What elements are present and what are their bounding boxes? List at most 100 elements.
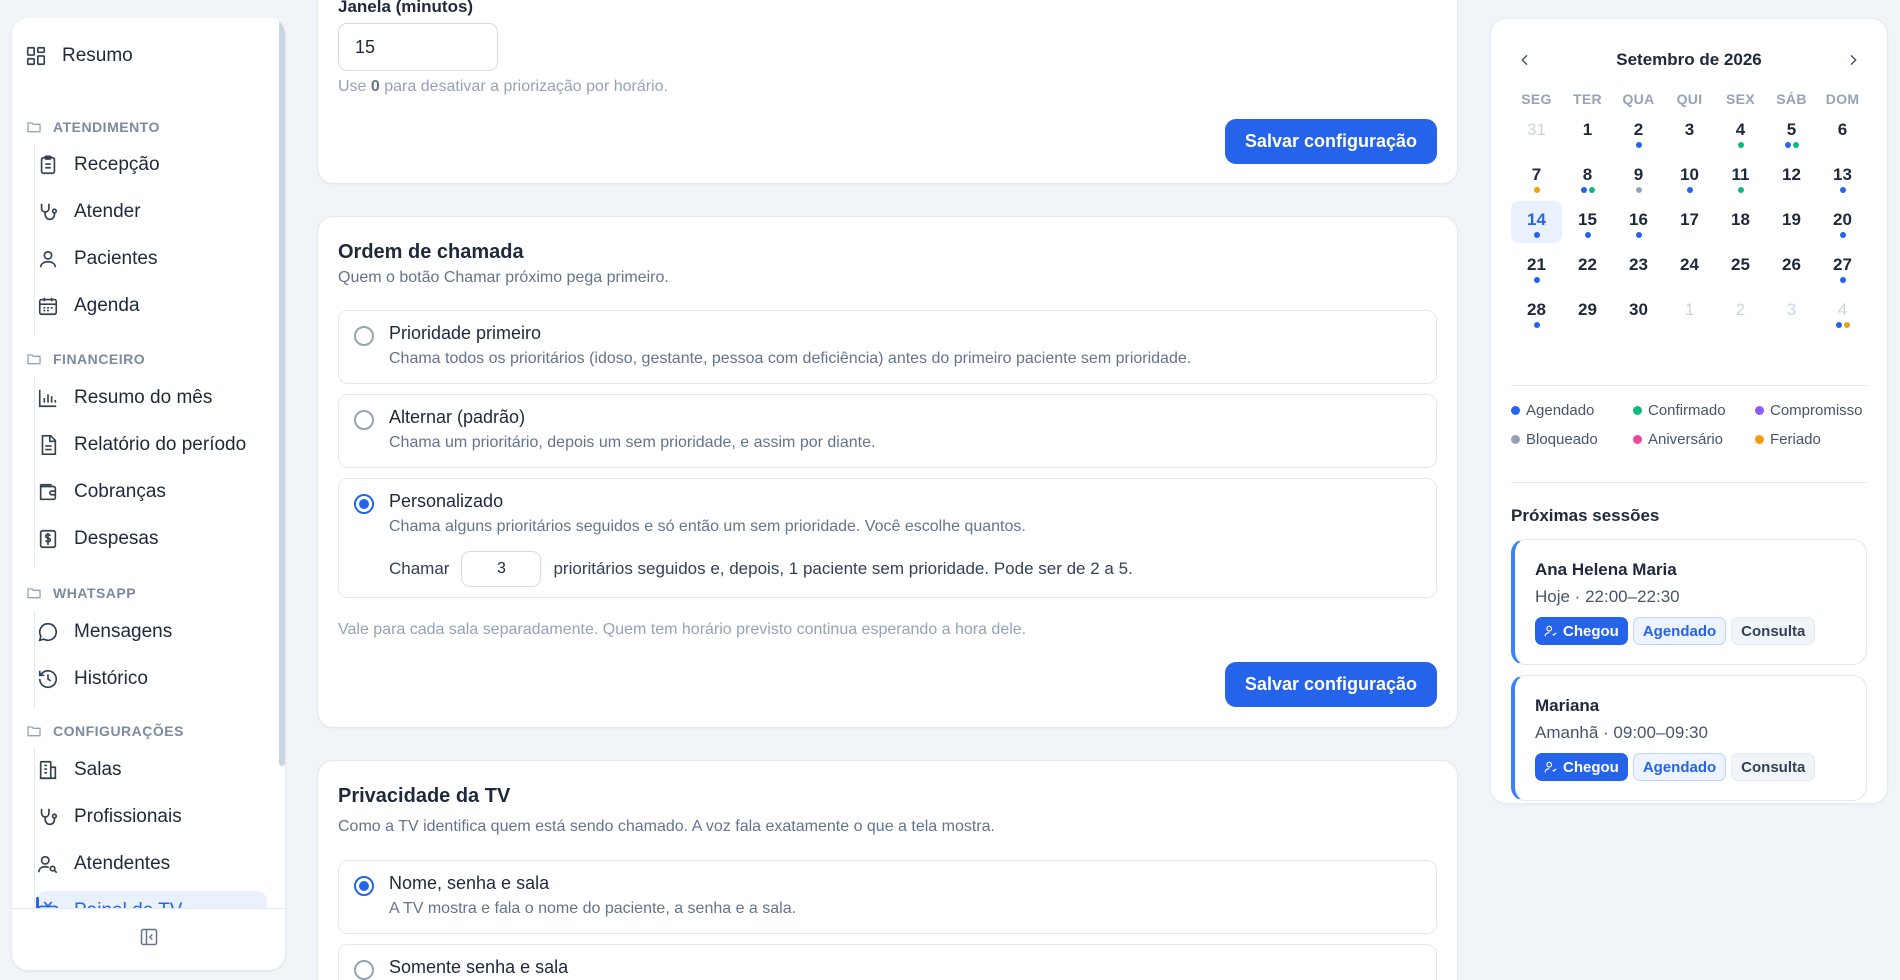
calendar-day[interactable]: 29 — [1562, 291, 1613, 333]
sidebar-item-historico[interactable]: Histórico — [36, 659, 267, 699]
day-number: 9 — [1633, 165, 1644, 184]
sidebar-item-atender[interactable]: Atender — [36, 192, 267, 232]
calendar-day[interactable]: 19 — [1766, 201, 1817, 243]
calendar-day[interactable]: 8 — [1562, 156, 1613, 198]
collapse-sidebar-icon[interactable] — [139, 927, 159, 952]
radio-button[interactable] — [354, 326, 374, 346]
calendar-day[interactable]: 11 — [1715, 156, 1766, 198]
calendar-day[interactable]: 4 — [1715, 111, 1766, 153]
calendar-day-today[interactable]: 14 — [1511, 201, 1562, 243]
calendar-day[interactable]: 20 — [1817, 201, 1868, 243]
call-order-option-priority-first[interactable]: Prioridade primeiro Chama todos os prior… — [338, 310, 1437, 384]
call-order-option-custom[interactable]: Personalizado Chama alguns prioritários … — [338, 478, 1437, 598]
calendar-day[interactable]: 18 — [1715, 201, 1766, 243]
checked-in-button[interactable]: Chegou — [1535, 753, 1628, 781]
call-order-option-alternate[interactable]: Alternar (padrão) Chama um prioritário, … — [338, 394, 1437, 468]
radio-button[interactable] — [354, 410, 374, 430]
radio-button[interactable] — [354, 960, 374, 980]
sidebar-item-despesas[interactable]: Despesas — [36, 519, 267, 559]
dashboard-icon — [24, 44, 48, 68]
calendar-day[interactable]: 6 — [1817, 111, 1868, 153]
calendar-day[interactable]: 16 — [1613, 201, 1664, 243]
calendar-day[interactable]: 2 — [1613, 111, 1664, 153]
radio-button-selected[interactable] — [354, 876, 374, 896]
calendar-day[interactable]: 9 — [1613, 156, 1664, 198]
tv-privacy-option-ticket-room[interactable]: Somente senha e sala — [338, 944, 1437, 980]
previous-month-button[interactable] — [1511, 46, 1539, 74]
sidebar-item-cobrancas[interactable]: Cobranças — [36, 472, 267, 512]
calendar-day[interactable]: 3 — [1766, 291, 1817, 333]
day-number: 15 — [1578, 210, 1597, 229]
custom-count-input[interactable]: 3 — [461, 551, 542, 587]
calendar-day[interactable]: 22 — [1562, 246, 1613, 288]
save-time-window-button[interactable]: Salvar configuração — [1224, 119, 1437, 164]
calendar-day[interactable]: 24 — [1664, 246, 1715, 288]
sidebar-item-profissionais[interactable]: Profissionais — [36, 797, 267, 837]
document-icon — [36, 433, 60, 457]
calendar-day[interactable]: 31 — [1511, 111, 1562, 153]
calendar-day[interactable]: 7 — [1511, 156, 1562, 198]
type-badge: Consulta — [1731, 753, 1816, 781]
legend-dot — [1755, 435, 1764, 444]
sidebar-scrollbar[interactable] — [279, 18, 285, 766]
calendar-day[interactable]: 5 — [1766, 111, 1817, 153]
sidebar-item-recepcao[interactable]: Recepção — [36, 145, 267, 185]
calendar-day[interactable]: 2 — [1715, 291, 1766, 333]
tv-privacy-option-name-ticket-room[interactable]: Nome, senha e sala A TV mostra e fala o … — [338, 860, 1437, 934]
sidebar-item-agenda[interactable]: Agenda — [36, 286, 267, 326]
calendar-day[interactable]: 25 — [1715, 246, 1766, 288]
sidebar-item-mensagens[interactable]: Mensagens — [36, 612, 267, 652]
radio-button-selected[interactable] — [354, 494, 374, 514]
legend-item: Compromisso — [1755, 402, 1885, 419]
calendar-day[interactable]: 12 — [1766, 156, 1817, 198]
sidebar-item-label: Cobranças — [74, 481, 166, 502]
calendar-day[interactable]: 4 — [1817, 291, 1868, 333]
window-minutes-input[interactable]: 15 — [338, 23, 498, 71]
weekday-label: SÁB — [1776, 91, 1807, 107]
calendar-day[interactable]: 28 — [1511, 291, 1562, 333]
session-card[interactable]: Ana Helena Maria Hoje · 22:00–22:30 Cheg… — [1511, 539, 1867, 665]
event-dot — [1635, 187, 1642, 193]
calendar-day[interactable]: 15 — [1562, 201, 1613, 243]
calendar-day[interactable]: 10 — [1664, 156, 1715, 198]
calendar-day[interactable]: 27 — [1817, 246, 1868, 288]
sidebar-item-salas[interactable]: Salas — [36, 750, 267, 790]
sidebar-item-label: Profissionais — [74, 806, 182, 827]
sidebar-group-whatsapp[interactable]: WHATSAPP — [26, 584, 136, 602]
sidebar-item-resumo[interactable]: Resumo — [24, 36, 267, 76]
legend-dot — [1633, 435, 1642, 444]
event-dot — [1843, 322, 1850, 328]
upcoming-sessions-title: Próximas sessões — [1511, 506, 1660, 525]
session-card[interactable]: Mariana Amanhã · 09:00–09:30 Chegou Agen… — [1511, 675, 1867, 801]
day-number: 2 — [1735, 300, 1746, 319]
clipboard-icon — [36, 153, 60, 177]
day-number: 31 — [1527, 120, 1546, 139]
stethoscope-icon — [36, 200, 60, 224]
calendar-day[interactable]: 13 — [1817, 156, 1868, 198]
sidebar-item-resumo-do-mes[interactable]: Resumo do mês — [36, 378, 267, 418]
sidebar: Resumo ATENDIMENTO Recepção Atender Paci… — [12, 18, 285, 970]
calendar-day[interactable]: 17 — [1664, 201, 1715, 243]
legend-label: Confirmado — [1648, 402, 1726, 419]
sidebar-item-relatorio-do-periodo[interactable]: Relatório do período — [36, 425, 267, 465]
session-patient-name: Ana Helena Maria — [1535, 560, 1677, 579]
calendar-day[interactable]: 1 — [1664, 291, 1715, 333]
sidebar-group-financeiro[interactable]: FINANCEIRO — [26, 350, 145, 368]
calendar-day[interactable]: 26 — [1766, 246, 1817, 288]
calendar-day[interactable]: 21 — [1511, 246, 1562, 288]
calendar-day[interactable]: 23 — [1613, 246, 1664, 288]
legend-label: Bloqueado — [1526, 431, 1598, 448]
sidebar-group-configuracoes[interactable]: CONFIGURAÇÕES — [26, 722, 184, 740]
sidebar-group-label: ATENDIMENTO — [53, 119, 160, 135]
sidebar-item-atendentes[interactable]: Atendentes — [36, 844, 267, 884]
day-number: 16 — [1629, 210, 1648, 229]
checked-in-button[interactable]: Chegou — [1535, 617, 1628, 645]
save-call-order-button[interactable]: Salvar configuração — [1224, 662, 1437, 707]
calendar-day[interactable]: 1 — [1562, 111, 1613, 153]
sidebar-group-atendimento[interactable]: ATENDIMENTO — [26, 118, 160, 136]
sidebar-item-pacientes[interactable]: Pacientes — [36, 239, 267, 279]
calendar-day[interactable]: 30 — [1613, 291, 1664, 333]
next-month-button[interactable] — [1839, 46, 1867, 74]
sidebar-item-painel-de-tv[interactable]: Painel de TV — [36, 891, 267, 908]
calendar-day[interactable]: 3 — [1664, 111, 1715, 153]
